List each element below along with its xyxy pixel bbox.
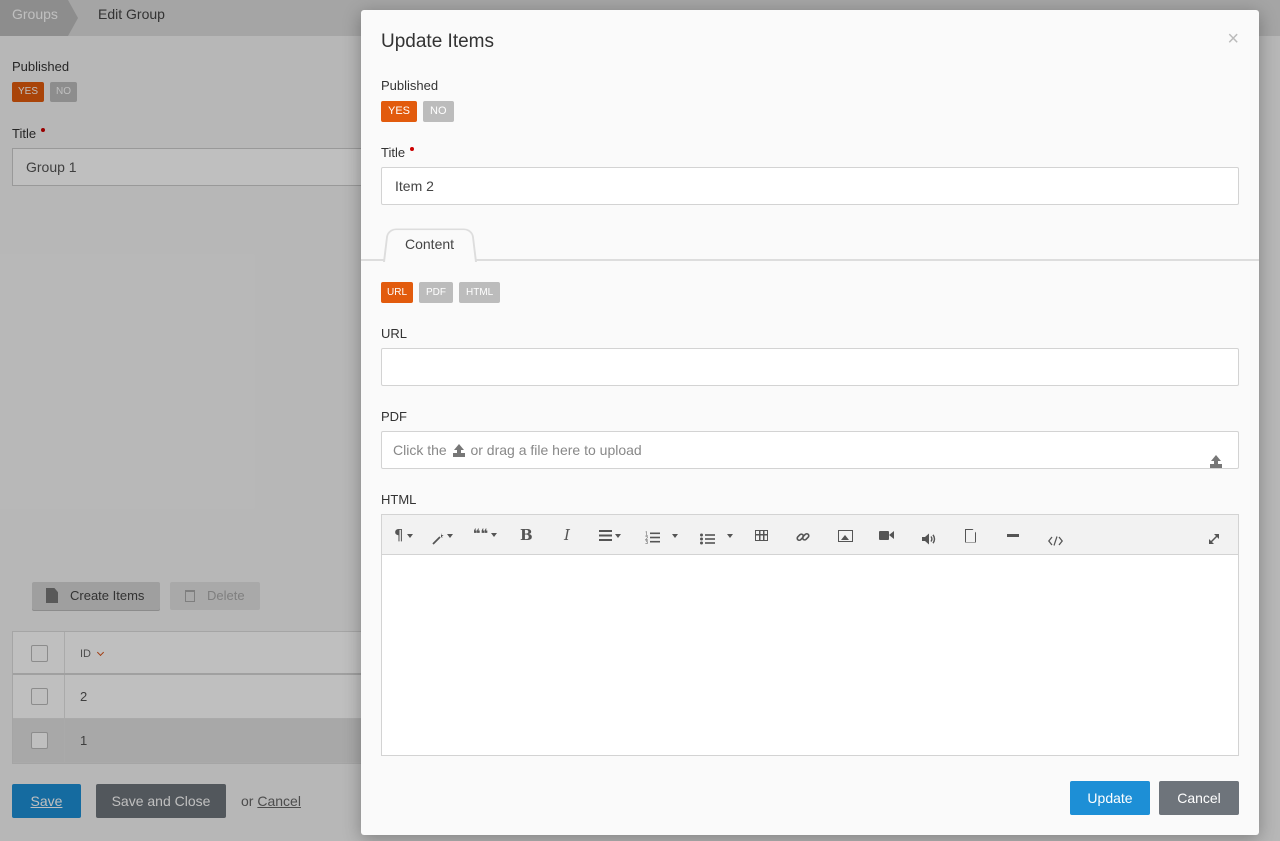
content-type-toggle: URL PDF HTML	[381, 282, 506, 303]
unordered-list-icon[interactable]	[700, 525, 733, 545]
pdf-upload-field[interactable]: Click the or drag a file here to upload	[381, 431, 1239, 469]
url-label: URL	[381, 326, 408, 341]
upload-icon	[1210, 455, 1222, 467]
published-no-button[interactable]: NO	[423, 101, 454, 122]
upload-icon	[453, 444, 465, 456]
align-icon[interactable]	[599, 525, 621, 545]
update-button[interactable]: Update	[1070, 781, 1150, 815]
ordered-list-icon[interactable]: 123	[645, 525, 678, 546]
tab-content-label: Content	[405, 236, 455, 252]
update-items-modal: Update Items × Published YES NO Title Ite…	[361, 10, 1259, 835]
link-icon[interactable]	[796, 525, 810, 545]
type-pdf-button[interactable]: PDF	[419, 282, 454, 303]
cancel-button[interactable]: Cancel	[1159, 781, 1239, 815]
html-label: HTML	[381, 492, 417, 507]
paragraph-icon[interactable]: ¶	[394, 525, 413, 545]
quote-icon[interactable]: ❝❝	[473, 525, 498, 545]
table-icon[interactable]	[755, 525, 768, 545]
magic-wand-icon[interactable]	[432, 525, 453, 545]
pdf-label: PDF	[381, 409, 407, 424]
file-icon[interactable]	[965, 525, 976, 545]
published-yes-button[interactable]: YES	[381, 101, 418, 122]
editor-toolbar: ¶ ❝❝ B I 123	[382, 515, 1238, 555]
url-input[interactable]	[381, 348, 1239, 386]
required-indicator	[410, 147, 415, 151]
svg-text:3: 3	[645, 540, 648, 544]
italic-icon[interactable]: I	[564, 525, 570, 545]
close-icon[interactable]: ×	[1227, 28, 1239, 51]
horizontal-rule-icon[interactable]	[1007, 525, 1019, 545]
title-label: Title	[381, 145, 415, 160]
pdf-placeholder-after: or drag a file here to upload	[470, 442, 642, 458]
fullscreen-icon[interactable]	[1208, 525, 1220, 545]
html-editor: ¶ ❝❝ B I 123	[381, 514, 1239, 756]
upload-button[interactable]	[1208, 443, 1221, 464]
type-html-button[interactable]: HTML	[459, 282, 501, 303]
published-label: Published	[381, 78, 439, 93]
tab-bar: Content	[361, 224, 1259, 262]
audio-icon[interactable]	[922, 525, 936, 545]
video-icon[interactable]	[879, 525, 894, 545]
pdf-placeholder-before: Click the	[393, 442, 447, 458]
code-view-icon[interactable]	[1047, 525, 1064, 546]
item-title-input[interactable]: Item 2	[381, 167, 1239, 205]
type-url-button[interactable]: URL	[381, 282, 414, 303]
html-editor-body[interactable]	[382, 556, 1238, 755]
image-icon[interactable]	[838, 525, 853, 545]
published-toggle: YES NO	[381, 101, 460, 122]
modal-title: Update Items	[381, 31, 494, 52]
bold-icon[interactable]: B	[520, 525, 533, 545]
